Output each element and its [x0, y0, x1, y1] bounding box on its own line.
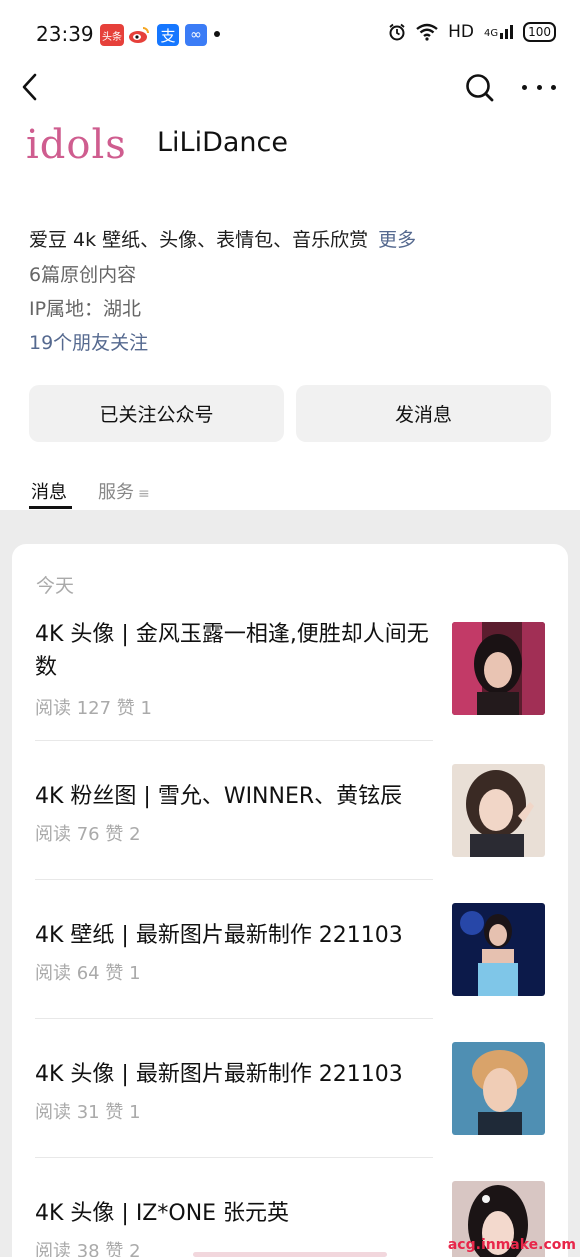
divider: [35, 1018, 433, 1019]
logo-text: idols: [26, 122, 127, 168]
alipay-icon: 支: [157, 24, 179, 46]
tab-messages[interactable]: 消息: [31, 478, 67, 504]
divider: [35, 1157, 433, 1158]
account-logo: idols: [26, 118, 136, 172]
menu-icon: ≡: [138, 486, 150, 502]
ip-location: IP属地：湖北: [29, 298, 142, 320]
battery-icon: 100: [523, 22, 556, 42]
article-thumbnail: [452, 903, 545, 996]
status-indicators: HD 4G 100: [388, 22, 556, 42]
notification-dot-icon: [214, 31, 220, 37]
friends-following-link[interactable]: 19个朋友关注: [29, 328, 148, 355]
article-thumbnail: [452, 622, 545, 715]
status-time: 23:39: [36, 22, 94, 46]
article-stats: 阅读 127 赞 1: [35, 698, 152, 719]
toutiao-icon: 头条: [100, 24, 124, 46]
article-stats: 阅读 31 赞 1: [35, 1102, 141, 1123]
article-thumbnail: [452, 764, 545, 857]
article-list-card: 今天 4K 头像 | 金风玉露一相逢,便胜却人间无数 阅读 127 赞 1 4K…: [12, 544, 568, 1257]
article-item[interactable]: 4K 壁纸 | 最新图片最新制作 221103 阅读 64 赞 1: [35, 903, 545, 999]
article-title: 4K 头像 | IZ*ONE 张元英: [35, 1201, 290, 1226]
article-stats: 阅读 38 赞 2: [35, 1241, 141, 1257]
search-button[interactable]: [464, 70, 496, 104]
followed-button[interactable]: 已关注公众号: [29, 385, 284, 442]
home-indicator: [193, 1252, 387, 1257]
back-button[interactable]: [16, 70, 46, 104]
article-item[interactable]: 4K 粉丝图 | 雪允、WINNER、黄铉辰 阅读 76 赞 2: [35, 764, 545, 860]
wifi-icon: [416, 23, 438, 41]
divider: [35, 879, 433, 880]
search-icon: [466, 74, 494, 102]
signal-icon: 4G: [484, 25, 514, 39]
infinity-icon: ∞: [185, 24, 207, 46]
article-title: 4K 粉丝图 | 雪允、WINNER、黄铉辰: [35, 784, 403, 809]
account-description: 爱豆 4k 壁纸、头像、表情包、音乐欣赏 更多: [29, 225, 416, 252]
article-title: 4K 头像 | 金风玉露一相逢,便胜却人间无数: [35, 622, 429, 680]
article-item[interactable]: 4K 头像 | 金风玉露一相逢,便胜却人间无数 阅读 127 赞 1: [35, 618, 545, 719]
tab-bar: 消息 服务 ≡: [0, 470, 580, 510]
article-title: 4K 头像 | 最新图片最新制作 221103: [35, 1062, 403, 1087]
account-name: LiLiDance: [157, 127, 288, 158]
tab-services[interactable]: 服务 ≡: [98, 478, 150, 504]
article-stats: 阅读 64 赞 1: [35, 963, 141, 984]
send-message-button[interactable]: 发消息: [296, 385, 551, 442]
divider: [35, 740, 433, 741]
network-type: HD: [448, 22, 474, 42]
article-stats: 阅读 76 赞 2: [35, 824, 141, 845]
tab-active-indicator: [29, 506, 72, 509]
profile-page: 23:39 头条 支 ∞ HD 4G 100 idols LiLiDance 爱…: [0, 0, 580, 1257]
weibo-icon: [128, 24, 150, 46]
watermark-text: acg.inmake.com: [447, 1237, 576, 1253]
alarm-icon: [389, 23, 405, 41]
status-bar: 23:39 头条 支 ∞ HD 4G 100: [0, 0, 580, 70]
chevron-left-icon: [22, 73, 37, 101]
date-section-label: 今天: [36, 575, 75, 597]
description-more-link[interactable]: 更多: [378, 229, 416, 251]
article-title: 4K 壁纸 | 最新图片最新制作 221103: [35, 923, 403, 948]
more-dots-icon: [522, 84, 527, 90]
article-thumbnail: [452, 1042, 545, 1135]
more-options-button[interactable]: [522, 80, 556, 94]
description-text: 爱豆 4k 壁纸、头像、表情包、音乐欣赏: [29, 229, 369, 251]
original-count: 6篇原创内容: [29, 264, 137, 286]
tab-services-label: 服务: [98, 482, 134, 503]
article-item[interactable]: 4K 头像 | 最新图片最新制作 221103 阅读 31 赞 1: [35, 1042, 545, 1138]
